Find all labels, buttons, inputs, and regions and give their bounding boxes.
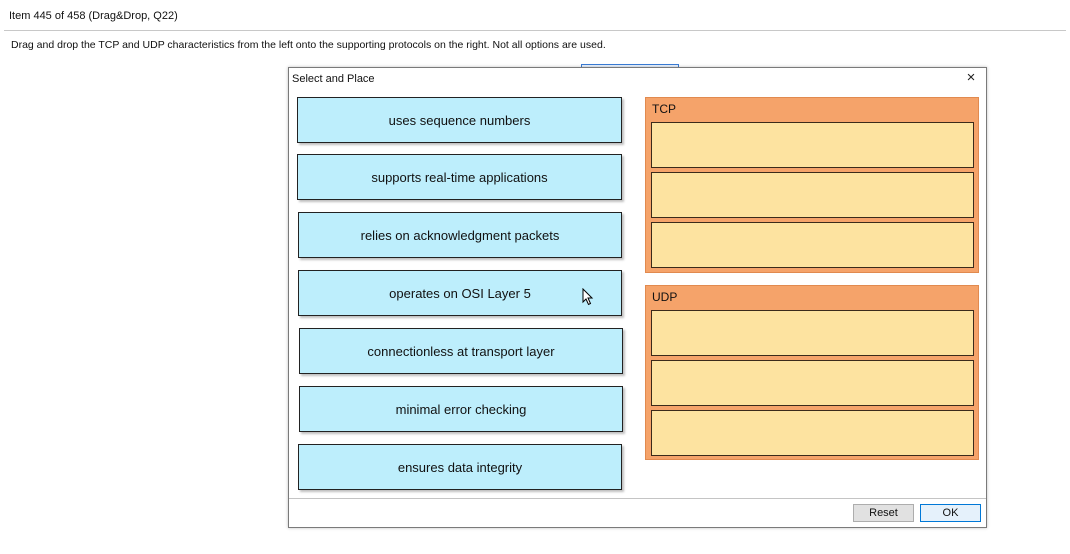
tcp-drop-zone: TCP [645,97,979,273]
choice-operates-on-osi-layer-5[interactable]: operates on OSI Layer 5 [298,270,622,316]
choice-connectionless-at-transport-layer[interactable]: connectionless at transport layer [299,328,623,374]
tcp-slot[interactable] [651,122,974,168]
udp-drop-zone: UDP [645,285,979,460]
udp-label: UDP [652,290,678,304]
header-divider [4,30,1066,31]
choice-relies-on-acknowledgment-packets[interactable]: relies on acknowledgment packets [298,212,622,258]
dialog-footer-divider [289,498,986,499]
close-icon[interactable]: × [963,70,979,86]
udp-slot[interactable] [651,410,974,456]
choice-minimal-error-checking[interactable]: minimal error checking [299,386,623,432]
mouse-pointer-icon [582,288,594,306]
item-header: Item 445 of 458 (Drag&Drop, Q22) [9,10,178,22]
udp-slot[interactable] [651,360,974,406]
udp-slot[interactable] [651,310,974,356]
ok-button[interactable]: OK [920,504,981,522]
choice-ensures-data-integrity[interactable]: ensures data integrity [298,444,622,490]
choice-uses-sequence-numbers[interactable]: uses sequence numbers [297,97,622,143]
tcp-slot[interactable] [651,222,974,268]
instructions-text: Drag and drop the TCP and UDP characteri… [11,39,606,51]
tcp-label: TCP [652,102,676,116]
tcp-slot[interactable] [651,172,974,218]
dialog-title: Select and Place [292,73,375,85]
reset-button[interactable]: Reset [853,504,914,522]
select-and-place-dialog: Select and Place × uses sequence numbers… [288,67,987,528]
choice-supports-real-time-applications[interactable]: supports real-time applications [297,154,622,200]
